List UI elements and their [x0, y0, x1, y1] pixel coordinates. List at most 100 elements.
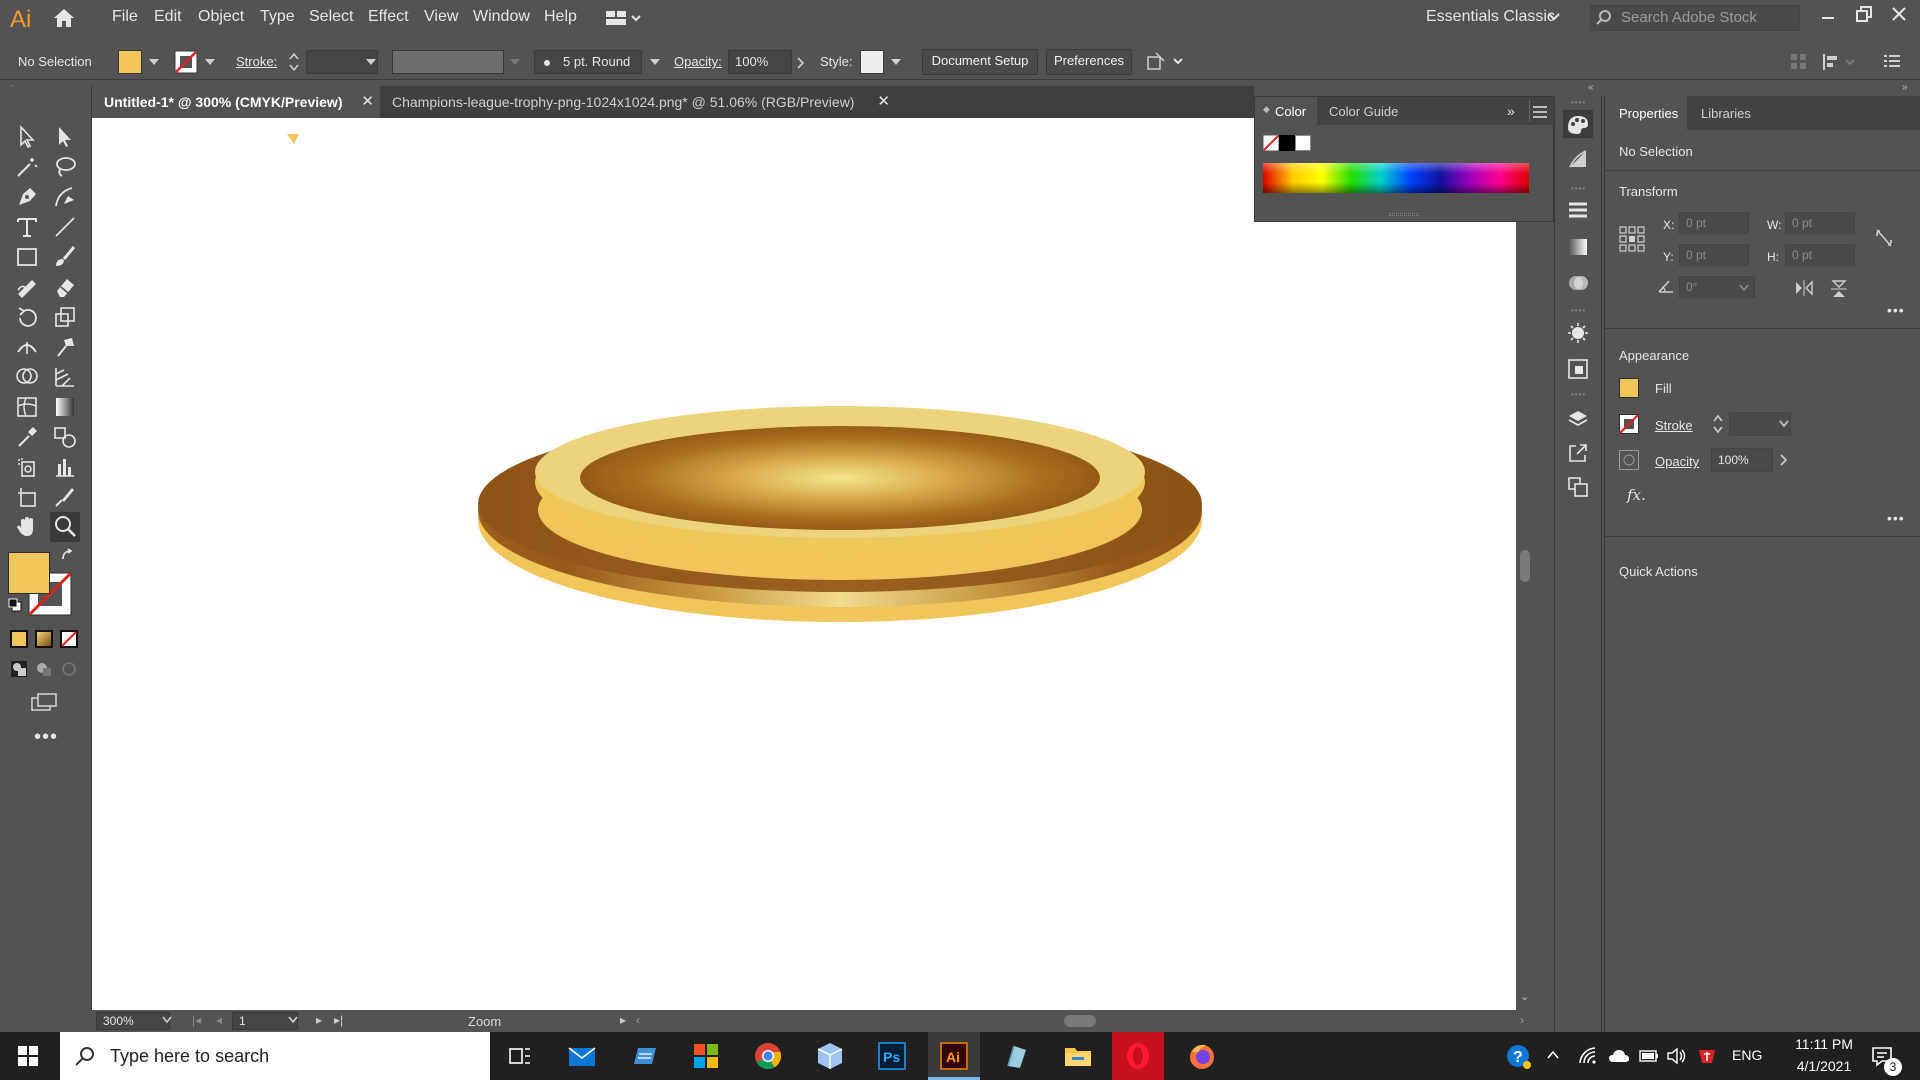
tab-untitled-1[interactable]: Untitled-1* @ 300% (CMYK/Preview) ✕ — [92, 86, 380, 118]
style-chevron-icon[interactable] — [891, 59, 901, 65]
edit-toolbar-more-icon[interactable]: ••• — [34, 726, 58, 749]
paintbrush-tool-icon[interactable] — [52, 244, 78, 270]
eraser-tool-icon[interactable] — [52, 274, 78, 300]
menu-file[interactable]: File — [112, 8, 138, 26]
appearance-fill-swatch[interactable] — [1619, 378, 1639, 398]
taskbar-search-input[interactable]: Type here to search — [60, 1032, 490, 1080]
help-tray-icon[interactable]: ? — [1506, 1044, 1532, 1070]
notes-app-icon[interactable] — [1000, 1040, 1032, 1072]
photoshop-app-icon[interactable]: Ps — [876, 1040, 908, 1072]
close-tab-icon[interactable]: ✕ — [361, 86, 374, 118]
panel-resize-grip[interactable] — [1389, 213, 1419, 216]
constrain-proportions-icon[interactable] — [1875, 228, 1893, 248]
magic-wand-tool-icon[interactable] — [14, 154, 40, 180]
last-artboard-icon[interactable]: ▸| — [334, 1013, 343, 1027]
collapse-strip-icon[interactable]: « — [1588, 82, 1594, 93]
swap-fill-stroke-icon[interactable] — [60, 548, 76, 564]
blend-tool-icon[interactable] — [52, 424, 78, 450]
zoom-tool-icon[interactable] — [50, 512, 80, 542]
layers-panel-icon[interactable] — [1567, 408, 1589, 430]
minimize-icon[interactable] — [1820, 8, 1836, 24]
menu-help[interactable]: Help — [544, 8, 577, 26]
fill-swatch[interactable] — [118, 50, 142, 74]
restore-icon[interactable] — [1855, 5, 1873, 23]
close-tab-icon[interactable]: ✕ — [877, 86, 890, 118]
vertical-scrollbar[interactable]: ⌄ — [1516, 118, 1534, 1010]
white-swatch[interactable] — [1295, 135, 1311, 151]
artboard-tool-icon[interactable] — [14, 484, 40, 510]
symbol-sprayer-tool-icon[interactable] — [14, 454, 40, 480]
tab-trophy-png[interactable]: Champions-league-trophy-png-1024x1024.pn… — [380, 86, 896, 118]
color-spectrum[interactable] — [1263, 163, 1529, 193]
menu-type[interactable]: Type — [260, 8, 295, 26]
office-app-icon[interactable] — [690, 1040, 722, 1072]
expand-panel-icon[interactable]: » — [1507, 103, 1515, 119]
next-artboard-icon[interactable]: ▸ — [316, 1013, 322, 1027]
illustrator-app-icon[interactable]: Ai — [938, 1040, 970, 1072]
menu-edit[interactable]: Edit — [154, 8, 182, 26]
profile-chevron-icon[interactable] — [510, 59, 520, 65]
file-explorer-app-icon[interactable] — [1062, 1040, 1094, 1072]
distribute-icon[interactable] — [1822, 52, 1856, 72]
zoom-chevron-icon[interactable] — [162, 1016, 172, 1024]
puppet-warp-tool-icon[interactable] — [52, 334, 78, 360]
chevron-right-icon[interactable] — [796, 57, 804, 69]
scale-tool-icon[interactable] — [52, 304, 78, 330]
stroke-none-swatch-icon[interactable] — [174, 50, 198, 74]
direct-selection-tool-icon[interactable] — [52, 124, 78, 150]
h-input[interactable]: 0 pt — [1785, 244, 1855, 266]
panel-menu-icon[interactable] — [1884, 54, 1900, 68]
panel-options-icon[interactable] — [1533, 106, 1547, 118]
tab-color[interactable]: ◆ Color — [1255, 97, 1317, 125]
fill-dropdown-chevron-icon[interactable] — [149, 59, 159, 65]
opacity-chevron-right-icon[interactable] — [1779, 454, 1787, 466]
menu-object[interactable]: Object — [198, 8, 244, 26]
scroll-left-icon[interactable]: ‹ — [636, 1013, 640, 1027]
none-swatch-icon[interactable] — [1263, 135, 1279, 151]
horizontal-scroll-thumb[interactable] — [1064, 1015, 1096, 1027]
perspective-grid-tool-icon[interactable] — [52, 364, 78, 390]
show-hidden-icons-icon[interactable] — [1546, 1048, 1560, 1062]
width-tool-icon[interactable] — [14, 334, 40, 360]
change-screen-mode-icon[interactable] — [30, 692, 58, 714]
shape-builder-tool-icon[interactable] — [14, 364, 40, 390]
zoom-level-field[interactable]: 300% — [96, 1012, 170, 1030]
reference-point-icon[interactable] — [1619, 226, 1645, 252]
export-panel-icon[interactable] — [1567, 442, 1589, 464]
draw-normal-icon[interactable] — [10, 660, 28, 678]
artboards-panel-icon[interactable] — [1567, 476, 1589, 498]
volume-icon[interactable] — [1666, 1046, 1688, 1066]
none-mode-icon[interactable] — [60, 630, 78, 648]
preferences-button[interactable]: Preferences — [1046, 49, 1132, 75]
battery-icon[interactable] — [1638, 1046, 1660, 1066]
lasso-tool-icon[interactable] — [52, 154, 78, 180]
effects-fx-icon[interactable]: fx. — [1627, 486, 1646, 504]
workspace-switcher[interactable]: Essentials Classic — [1426, 8, 1555, 26]
gradient-panel-icon[interactable] — [1567, 236, 1589, 258]
input-language[interactable]: ENG — [1732, 1047, 1762, 1063]
stroke-weight-chevron-icon[interactable] — [366, 59, 376, 65]
document-setup-button[interactable]: Document Setup — [922, 49, 1038, 75]
wifi-icon[interactable] — [1578, 1046, 1598, 1066]
brush-definition[interactable]: 5 pt. Round — [534, 50, 642, 74]
menu-window[interactable]: Window — [473, 8, 530, 26]
gradient-tool-icon[interactable] — [52, 394, 78, 420]
tab-color-guide[interactable]: Color Guide — [1329, 104, 1398, 119]
pen-tool-icon[interactable] — [14, 184, 40, 210]
angle-chevron-icon[interactable] — [1739, 284, 1749, 292]
black-swatch[interactable] — [1279, 135, 1295, 151]
line-segment-tool-icon[interactable] — [52, 214, 78, 240]
previous-artboard-icon[interactable]: ◂ — [216, 1013, 222, 1027]
stroke-label[interactable]: Stroke: — [236, 54, 277, 69]
opacity-field[interactable]: 100% — [728, 50, 792, 74]
expand-right-icon[interactable]: » — [1902, 82, 1908, 93]
tab-libraries[interactable]: Libraries — [1701, 106, 1751, 121]
stroke-panel-icon[interactable] — [1567, 200, 1589, 222]
selection-tool-icon[interactable] — [14, 124, 40, 150]
brush-chevron-icon[interactable] — [650, 59, 660, 65]
appearance-more-options-icon[interactable]: ••• — [1887, 510, 1905, 526]
stroke-weight-stepper-icon[interactable] — [288, 51, 300, 73]
home-icon[interactable] — [52, 7, 76, 29]
rotate-tool-icon[interactable] — [14, 304, 40, 330]
shaper-tool-icon[interactable] — [14, 274, 40, 300]
